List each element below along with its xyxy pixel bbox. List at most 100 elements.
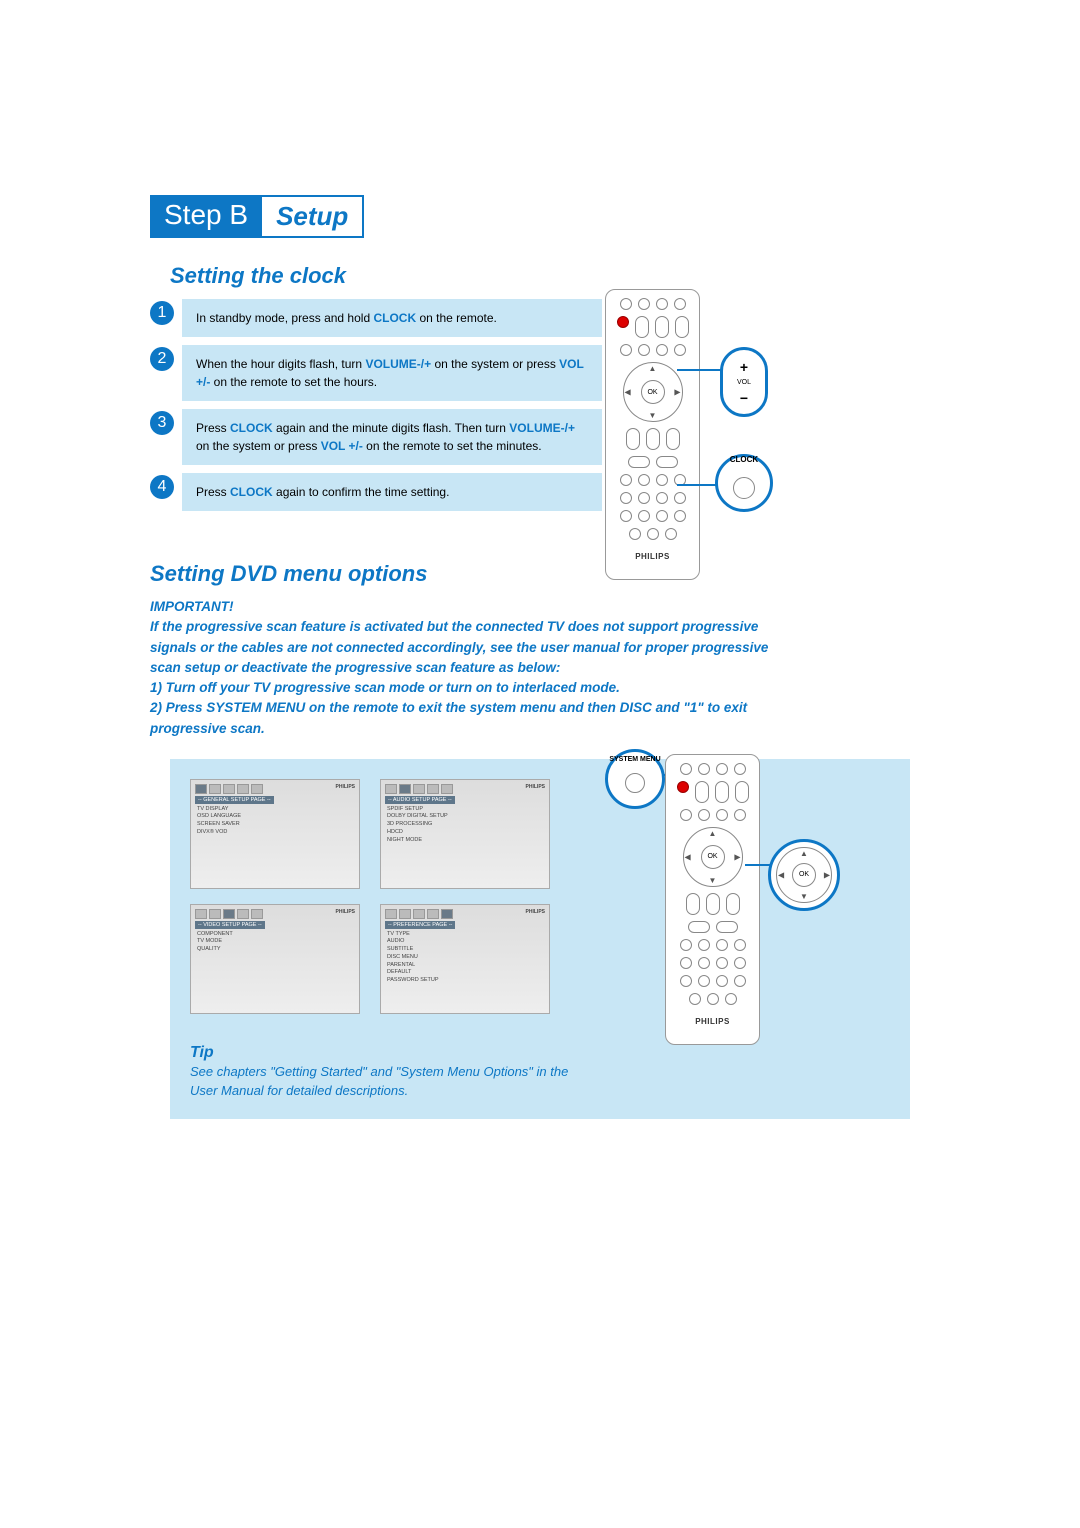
important-block: IMPORTANT! If the progressive scan featu… [150, 597, 790, 739]
panel-brand: PHILIPS [336, 784, 355, 794]
menu-panel-preference: PHILIPS -- PREFERENCE PAGE -- TV TYPE AU… [380, 904, 550, 1014]
step-number: 4 [150, 475, 174, 499]
important-step2: 2) Press SYSTEM MENU on the remote to ex… [150, 698, 790, 739]
tab-icon [385, 909, 397, 919]
panel-item: PASSWORD SETUP [385, 977, 545, 985]
remote-button-icon [638, 510, 650, 522]
tab-icon [223, 784, 235, 794]
tab-icon [413, 909, 425, 919]
tab-icon [237, 909, 249, 919]
remote-button-icon [725, 993, 737, 1005]
system-menu-button-icon [625, 773, 645, 793]
panel-item: TV DISPLAY [195, 806, 355, 814]
remote-button-icon [674, 510, 686, 522]
remote-button-icon [698, 939, 710, 951]
remote-button-icon [656, 492, 668, 504]
remote-illustration-clock: OK ▲▼◀▶ PHILIPS + VOL − CLOCK [605, 289, 915, 609]
remote-button-icon [675, 316, 689, 338]
ok-button-icon: OK [701, 845, 725, 869]
system-menu-label: SYSTEM MENU [609, 756, 660, 763]
panel-item: 3D PROCESSING [385, 821, 545, 829]
keyword: VOLUME-/+ [509, 421, 575, 435]
text: Press [196, 485, 230, 499]
dpad-icon: OK ▲▼◀▶ [623, 362, 683, 422]
remote-button-icon [726, 893, 740, 915]
tab-icon [427, 784, 439, 794]
text: again to confirm the time setting. [273, 485, 450, 499]
step-text: In standby mode, press and hold CLOCK on… [182, 299, 602, 337]
panel-item: DISC MENU [385, 954, 545, 962]
remote-button-icon [716, 921, 738, 933]
panel-item: DIVX® VOD [195, 829, 355, 837]
remote-button-icon [617, 316, 629, 328]
panel-brand: PHILIPS [336, 909, 355, 919]
panel-item: SUBTITLE [385, 946, 545, 954]
remote-button-icon [628, 456, 650, 468]
text: on the remote. [416, 311, 497, 325]
tab-icon [413, 784, 425, 794]
step-badge: Step B [150, 195, 262, 238]
remote-button-icon [688, 921, 710, 933]
panel-title: -- GENERAL SETUP PAGE -- [195, 796, 274, 804]
ok-button-icon: OK [641, 380, 665, 404]
panel-title: -- VIDEO SETUP PAGE -- [195, 921, 265, 929]
tab-icon [427, 909, 439, 919]
step-text: Press CLOCK again to confirm the time se… [182, 473, 602, 511]
remote-button-icon [656, 344, 668, 356]
remote-body: OK ▲▼◀▶ PHILIPS [665, 754, 760, 1045]
remote-button-icon [734, 763, 746, 775]
brand-label: PHILIPS [695, 1017, 730, 1026]
text: on the system or press [196, 439, 321, 453]
tab-icon [441, 784, 453, 794]
section-title-clock: Setting the clock [170, 263, 930, 289]
remote-button-icon [698, 809, 710, 821]
tab-icon [237, 784, 249, 794]
system-menu-callout: SYSTEM MENU [605, 749, 665, 809]
panel-item: TV MODE [195, 938, 355, 946]
remote-button-icon [620, 474, 632, 486]
remote-button-icon [665, 528, 677, 540]
remote-button-icon [734, 809, 746, 821]
keyword: VOLUME-/+ [365, 357, 431, 371]
step-text: When the hour digits flash, turn VOLUME-… [182, 345, 602, 401]
remote-button-icon [638, 298, 650, 310]
remote-button-icon [655, 316, 669, 338]
step-text: Press CLOCK again and the minute digits … [182, 409, 602, 465]
remote-button-icon [626, 428, 640, 450]
remote-button-icon [716, 957, 728, 969]
brand-label: PHILIPS [635, 552, 670, 561]
remote-button-icon [674, 298, 686, 310]
tab-icon [195, 909, 207, 919]
remote-button-icon [715, 781, 729, 803]
panel-item: AUDIO [385, 938, 545, 946]
remote-button-icon [666, 428, 680, 450]
panel-item: HDCD [385, 829, 545, 837]
menu-panel-video: PHILIPS -- VIDEO SETUP PAGE -- COMPONENT… [190, 904, 360, 1014]
remote-button-icon [716, 809, 728, 821]
step-header: Step B Setup [150, 195, 930, 238]
remote-button-icon [698, 957, 710, 969]
keyword: CLOCK [373, 311, 416, 325]
remote-button-icon [620, 344, 632, 356]
remote-illustration-dvd: SYSTEM MENU OK ▲▼◀▶ [615, 744, 905, 1054]
keyword: CLOCK [230, 421, 273, 435]
panel-title: -- PREFERENCE PAGE -- [385, 921, 455, 929]
panel-item: COMPONENT [195, 931, 355, 939]
remote-button-icon [734, 957, 746, 969]
callout-line-icon [677, 369, 722, 371]
ok-button-icon: OK [792, 863, 816, 887]
remote-button-icon [674, 492, 686, 504]
tab-icon [223, 909, 235, 919]
remote-button-icon [638, 492, 650, 504]
clock-callout: CLOCK [715, 454, 773, 512]
remote-button-icon [620, 298, 632, 310]
panel-item: SPDIF SETUP [385, 806, 545, 814]
remote-button-icon [716, 939, 728, 951]
clock-label: CLOCK [730, 455, 758, 464]
step-label: Setup [262, 195, 364, 238]
remote-button-icon [646, 428, 660, 450]
remote-button-icon [686, 893, 700, 915]
tab-icon [399, 909, 411, 919]
remote-button-icon [629, 528, 641, 540]
remote-button-icon [680, 975, 692, 987]
